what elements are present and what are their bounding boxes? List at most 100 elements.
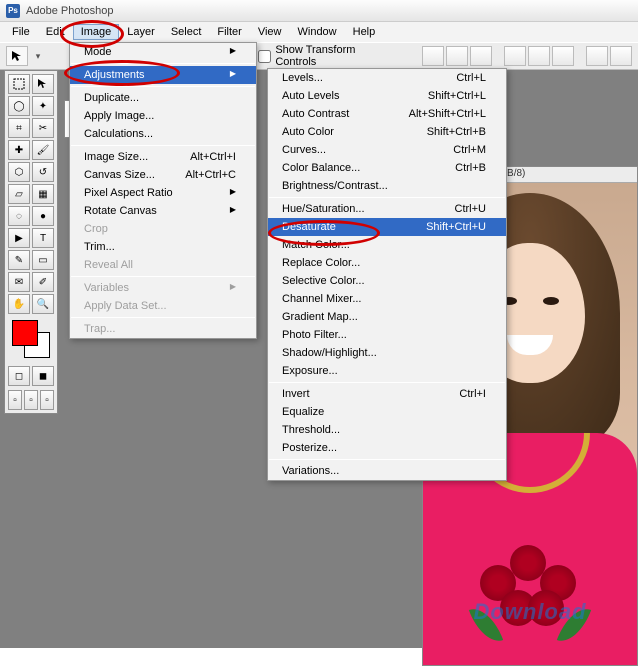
adjustments-item-levels[interactable]: Levels...Ctrl+L [268, 69, 506, 87]
quick-mask-toggle[interactable]: ◻ [8, 366, 30, 386]
clone-stamp-tool[interactable]: ⬡ [8, 162, 30, 182]
adjustments-item-channel-mixer[interactable]: Channel Mixer... [268, 290, 506, 308]
rectangular-marquee-tool[interactable] [8, 74, 30, 94]
adjustments-item-brightness-contrast[interactable]: Brightness/Contrast... [268, 177, 506, 195]
align-btn-8[interactable] [610, 46, 632, 66]
adjustments-item-match-color[interactable]: Match Color... [268, 236, 506, 254]
menu-edit[interactable]: Edit [38, 24, 73, 40]
lasso-tool[interactable]: ◯ [8, 96, 30, 116]
menu-item-label: Hue/Saturation... [282, 203, 365, 215]
image-menu-item-adjustments[interactable]: Adjustments▶ [70, 66, 256, 84]
menu-view[interactable]: View [250, 24, 290, 40]
align-btn-4[interactable] [504, 46, 526, 66]
adjustments-item-curves[interactable]: Curves...Ctrl+M [268, 141, 506, 159]
show-transform-label: Show Transform Controls [275, 44, 398, 68]
hand-tool[interactable]: ✋ [8, 294, 30, 314]
menu-item-label: Brightness/Contrast... [282, 180, 388, 192]
menu-select[interactable]: Select [163, 24, 210, 40]
gradient-tool[interactable]: ▦ [32, 184, 54, 204]
align-btn-5[interactable] [528, 46, 550, 66]
adjustments-submenu: Levels...Ctrl+LAuto LevelsShift+Ctrl+LAu… [267, 68, 507, 481]
adjustments-item-shadow-highlight[interactable]: Shadow/Highlight... [268, 344, 506, 362]
brush-tool[interactable]: 🖌 [32, 140, 54, 160]
titlebar: Ps Adobe Photoshop [0, 0, 638, 22]
adjustments-item-variations[interactable]: Variations... [268, 462, 506, 480]
zoom-tool[interactable]: 🔍 [32, 294, 54, 314]
adjustments-separator [269, 197, 505, 198]
eyedropper-tool[interactable]: ✐ [32, 272, 54, 292]
image-menu-item-trim[interactable]: Trim... [70, 238, 256, 256]
adjustments-item-threshold[interactable]: Threshold... [268, 421, 506, 439]
adjustments-item-replace-color[interactable]: Replace Color... [268, 254, 506, 272]
align-btn-3[interactable] [470, 46, 492, 66]
align-buttons [422, 46, 632, 66]
adjustments-item-gradient-map[interactable]: Gradient Map... [268, 308, 506, 326]
screen-mode-standard[interactable]: ▫ [8, 390, 22, 410]
align-btn-7[interactable] [586, 46, 608, 66]
menu-image[interactable]: Image [73, 24, 120, 40]
image-menu-separator [71, 63, 255, 64]
menu-window[interactable]: Window [290, 24, 345, 40]
adjustments-item-hue-saturation[interactable]: Hue/Saturation...Ctrl+U [268, 200, 506, 218]
eraser-tool[interactable]: ▱ [8, 184, 30, 204]
screen-mode-full[interactable]: ▫ [40, 390, 54, 410]
menu-item-label: Calculations... [84, 128, 153, 140]
history-brush-tool[interactable]: ↺ [32, 162, 54, 182]
adjustments-item-auto-color[interactable]: Auto ColorShift+Ctrl+B [268, 123, 506, 141]
menu-item-shortcut: Ctrl+M [433, 144, 486, 156]
path-selection-tool[interactable]: ▶ [8, 228, 30, 248]
type-tool[interactable]: T [32, 228, 54, 248]
adjustments-item-color-balance[interactable]: Color Balance...Ctrl+B [268, 159, 506, 177]
image-menu-item-rotate-canvas[interactable]: Rotate Canvas▶ [70, 202, 256, 220]
menu-item-label: Duplicate... [84, 92, 139, 104]
slice-tool[interactable]: ✂ [32, 118, 54, 138]
blur-tool[interactable]: ◌ [8, 206, 30, 226]
menu-filter[interactable]: Filter [209, 24, 249, 40]
menu-item-label: Levels... [282, 72, 323, 84]
healing-brush-tool[interactable]: ✚ [8, 140, 30, 160]
menu-file[interactable]: File [4, 24, 38, 40]
align-btn-6[interactable] [552, 46, 574, 66]
adjustments-separator [269, 459, 505, 460]
image-menu-item-image-size[interactable]: Image Size...Alt+Ctrl+I [70, 148, 256, 166]
notes-tool[interactable]: ✉ [8, 272, 30, 292]
submenu-arrow-icon: ▶ [210, 187, 236, 199]
menu-item-label: Adjustments [84, 69, 145, 81]
image-menu-item-canvas-size[interactable]: Canvas Size...Alt+Ctrl+C [70, 166, 256, 184]
adjustments-item-desaturate[interactable]: DesaturateShift+Ctrl+U [268, 218, 506, 236]
image-menu-item-mode[interactable]: Mode▶ [70, 43, 256, 61]
rectangle-tool[interactable]: ▭ [32, 250, 54, 270]
adjustments-item-exposure[interactable]: Exposure... [268, 362, 506, 380]
pen-tool[interactable]: ✎ [8, 250, 30, 270]
dodge-tool[interactable]: ● [32, 206, 54, 226]
menu-item-label: Posterize... [282, 442, 337, 454]
menu-item-label: Trim... [84, 241, 115, 253]
foreground-color-swatch[interactable] [12, 320, 38, 346]
menu-help[interactable]: Help [345, 24, 384, 40]
quick-mask-toggle-on[interactable]: ◼ [32, 366, 54, 386]
adjustments-item-auto-contrast[interactable]: Auto ContrastAlt+Shift+Ctrl+L [268, 105, 506, 123]
adjustments-item-photo-filter[interactable]: Photo Filter... [268, 326, 506, 344]
align-btn-1[interactable] [422, 46, 444, 66]
image-menu-item-pixel-aspect-ratio[interactable]: Pixel Aspect Ratio▶ [70, 184, 256, 202]
menu-item-shortcut: Ctrl+I [439, 388, 486, 400]
dropdown-arrow-icon[interactable]: ▾ [36, 51, 41, 62]
image-menu-item-duplicate[interactable]: Duplicate... [70, 89, 256, 107]
image-menu-item-apply-image[interactable]: Apply Image... [70, 107, 256, 125]
adjustments-item-invert[interactable]: InvertCtrl+I [268, 385, 506, 403]
move-tool-icon[interactable] [6, 46, 28, 66]
menu-layer[interactable]: Layer [119, 24, 163, 40]
crop-tool[interactable]: ⌗ [8, 118, 30, 138]
adjustments-item-equalize[interactable]: Equalize [268, 403, 506, 421]
align-btn-2[interactable] [446, 46, 468, 66]
screen-mode-full-menubar[interactable]: ▫ [24, 390, 38, 410]
image-menu-dropdown: Mode▶Adjustments▶Duplicate...Apply Image… [69, 42, 257, 339]
adjustments-item-selective-color[interactable]: Selective Color... [268, 272, 506, 290]
menu-item-label: Auto Levels [282, 90, 339, 102]
show-transform-checkbox[interactable] [258, 50, 271, 63]
move-tool[interactable] [32, 74, 54, 94]
adjustments-item-auto-levels[interactable]: Auto LevelsShift+Ctrl+L [268, 87, 506, 105]
adjustments-item-posterize[interactable]: Posterize... [268, 439, 506, 457]
image-menu-item-calculations[interactable]: Calculations... [70, 125, 256, 143]
magic-wand-tool[interactable]: ✦ [32, 96, 54, 116]
